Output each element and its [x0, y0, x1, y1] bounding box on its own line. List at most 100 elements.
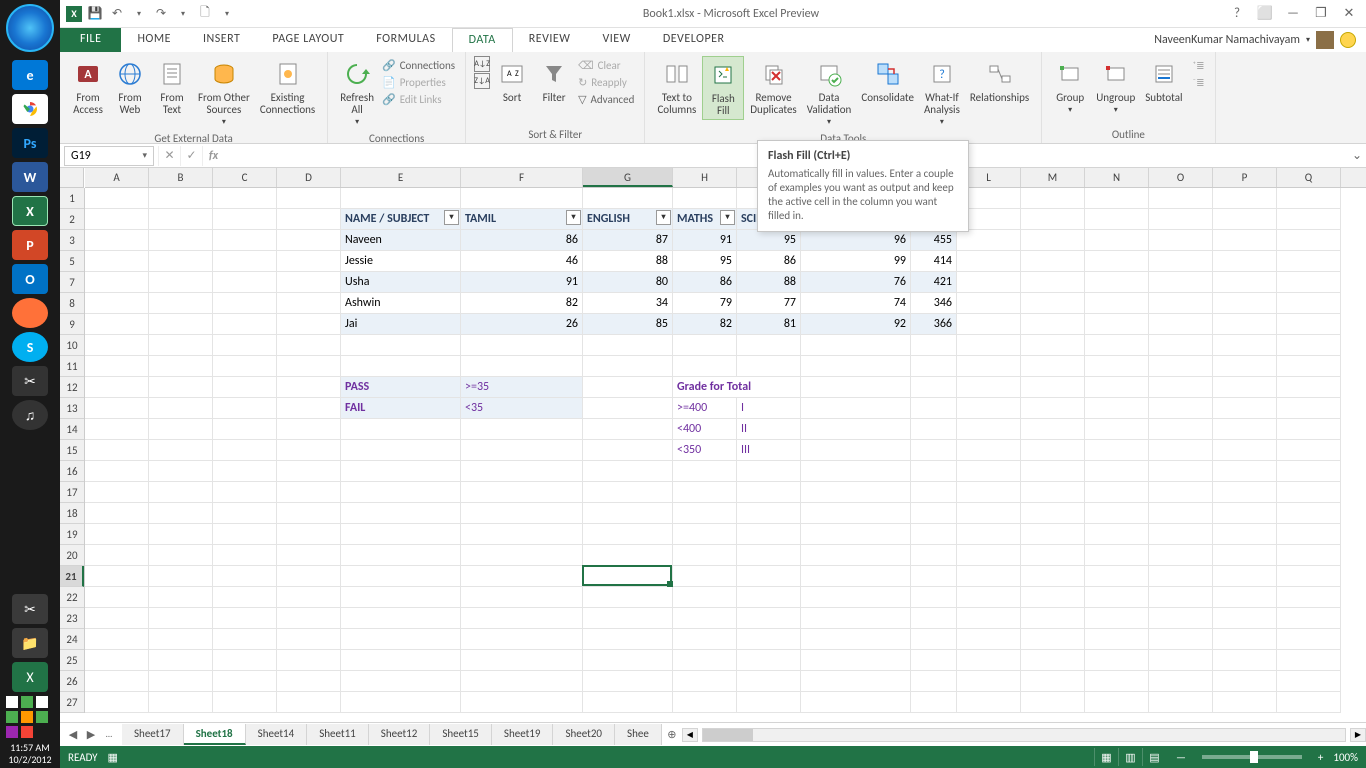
cell[interactable] — [85, 461, 149, 482]
cell[interactable] — [583, 188, 673, 209]
what-if-analysis-button[interactable]: ?What-If Analysis▾ — [920, 56, 964, 130]
cell[interactable] — [1021, 293, 1085, 314]
cell[interactable] — [801, 629, 911, 650]
cell[interactable] — [911, 419, 957, 440]
from-web-button[interactable]: From Web — [110, 56, 150, 118]
student-name-cell[interactable]: Jessie — [341, 251, 461, 272]
cell[interactable] — [277, 293, 341, 314]
zoom-slider[interactable] — [1202, 755, 1302, 759]
cell[interactable] — [1213, 461, 1277, 482]
worksheet-area[interactable]: 1235789101112131415161718192021222324252… — [60, 168, 1366, 722]
cell[interactable] — [85, 524, 149, 545]
cell[interactable] — [1213, 650, 1277, 671]
cell[interactable] — [1021, 629, 1085, 650]
cell[interactable] — [1149, 398, 1213, 419]
cell[interactable] — [957, 440, 1021, 461]
cell[interactable] — [1277, 440, 1341, 461]
taskbar-excel-icon[interactable]: X — [12, 196, 48, 226]
cell[interactable] — [911, 524, 957, 545]
cell[interactable] — [277, 335, 341, 356]
taskbar-outlook-icon[interactable]: O — [12, 264, 48, 294]
cell[interactable] — [1085, 629, 1149, 650]
cell[interactable] — [461, 440, 583, 461]
cell[interactable] — [1149, 671, 1213, 692]
cell[interactable] — [1277, 398, 1341, 419]
score-cell[interactable]: 346 — [911, 293, 957, 314]
cell[interactable] — [277, 608, 341, 629]
col-header-A[interactable]: A — [85, 168, 149, 187]
cell[interactable] — [341, 503, 461, 524]
cell[interactable] — [341, 356, 461, 377]
grade-cond-cell[interactable]: <400 — [673, 419, 737, 440]
from-access-button[interactable]: AFrom Access — [68, 56, 108, 118]
cell[interactable] — [461, 671, 583, 692]
zoom-level-label[interactable]: 100% — [1333, 751, 1358, 764]
cell[interactable] — [85, 503, 149, 524]
cell[interactable] — [341, 692, 461, 713]
cell[interactable] — [1149, 587, 1213, 608]
cell[interactable] — [1277, 209, 1341, 230]
cell[interactable] — [1149, 608, 1213, 629]
cell[interactable] — [213, 335, 277, 356]
name-box[interactable]: G19▾ — [64, 146, 154, 166]
cell[interactable] — [1021, 461, 1085, 482]
cell[interactable] — [1021, 692, 1085, 713]
fail-label-cell[interactable]: FAIL — [341, 398, 461, 419]
col-header-F[interactable]: F — [461, 168, 583, 187]
cell[interactable] — [1149, 692, 1213, 713]
cell[interactable] — [1085, 524, 1149, 545]
score-cell[interactable]: 91 — [461, 272, 583, 293]
cell[interactable] — [85, 230, 149, 251]
cell[interactable] — [801, 650, 911, 671]
col-header-C[interactable]: C — [213, 168, 277, 187]
row-header-12[interactable]: 12 — [60, 377, 84, 398]
qat-undo-dropdown[interactable]: ▾ — [130, 5, 148, 23]
sort-button[interactable]: AZSort — [492, 56, 532, 106]
cell[interactable] — [461, 188, 583, 209]
col-header-O[interactable]: O — [1149, 168, 1213, 187]
tab-review[interactable]: REVIEW — [513, 28, 587, 52]
score-cell[interactable]: 86 — [737, 251, 801, 272]
cell[interactable] — [737, 692, 801, 713]
cell[interactable] — [801, 398, 911, 419]
score-cell[interactable]: 366 — [911, 314, 957, 335]
row-header-23[interactable]: 23 — [60, 608, 84, 629]
cell[interactable] — [213, 230, 277, 251]
cell[interactable] — [737, 461, 801, 482]
cell[interactable] — [213, 377, 277, 398]
cell[interactable] — [277, 377, 341, 398]
cell[interactable] — [213, 692, 277, 713]
qat-redo-dropdown[interactable]: ▾ — [174, 5, 192, 23]
cell[interactable] — [213, 251, 277, 272]
score-cell[interactable]: 455 — [911, 230, 957, 251]
ungroup-button[interactable]: Ungroup▾ — [1092, 56, 1139, 118]
cell[interactable] — [1021, 272, 1085, 293]
cell[interactable] — [277, 230, 341, 251]
cell[interactable] — [1085, 545, 1149, 566]
cell[interactable] — [801, 356, 911, 377]
cell[interactable] — [911, 482, 957, 503]
cell[interactable] — [1085, 209, 1149, 230]
cell[interactable] — [737, 650, 801, 671]
cell[interactable] — [85, 545, 149, 566]
grade-cond-cell[interactable]: <350 — [673, 440, 737, 461]
cell[interactable] — [1149, 545, 1213, 566]
cell[interactable] — [1021, 377, 1085, 398]
cell[interactable] — [673, 503, 737, 524]
cell[interactable] — [1149, 419, 1213, 440]
row-header-15[interactable]: 15 — [60, 440, 84, 461]
cell[interactable] — [461, 587, 583, 608]
cell[interactable] — [213, 650, 277, 671]
cell[interactable] — [149, 440, 213, 461]
cell[interactable] — [957, 230, 1021, 251]
cell[interactable] — [341, 671, 461, 692]
zoom-in-icon[interactable]: + — [1318, 751, 1323, 764]
cell[interactable] — [957, 293, 1021, 314]
cell[interactable] — [213, 566, 277, 587]
table-header-tamil[interactable]: TAMIL▾ — [461, 209, 583, 230]
cell[interactable] — [149, 503, 213, 524]
cell[interactable] — [341, 608, 461, 629]
group-button[interactable]: Group▾ — [1050, 56, 1090, 118]
cell[interactable] — [1277, 524, 1341, 545]
score-cell[interactable]: 92 — [801, 314, 911, 335]
